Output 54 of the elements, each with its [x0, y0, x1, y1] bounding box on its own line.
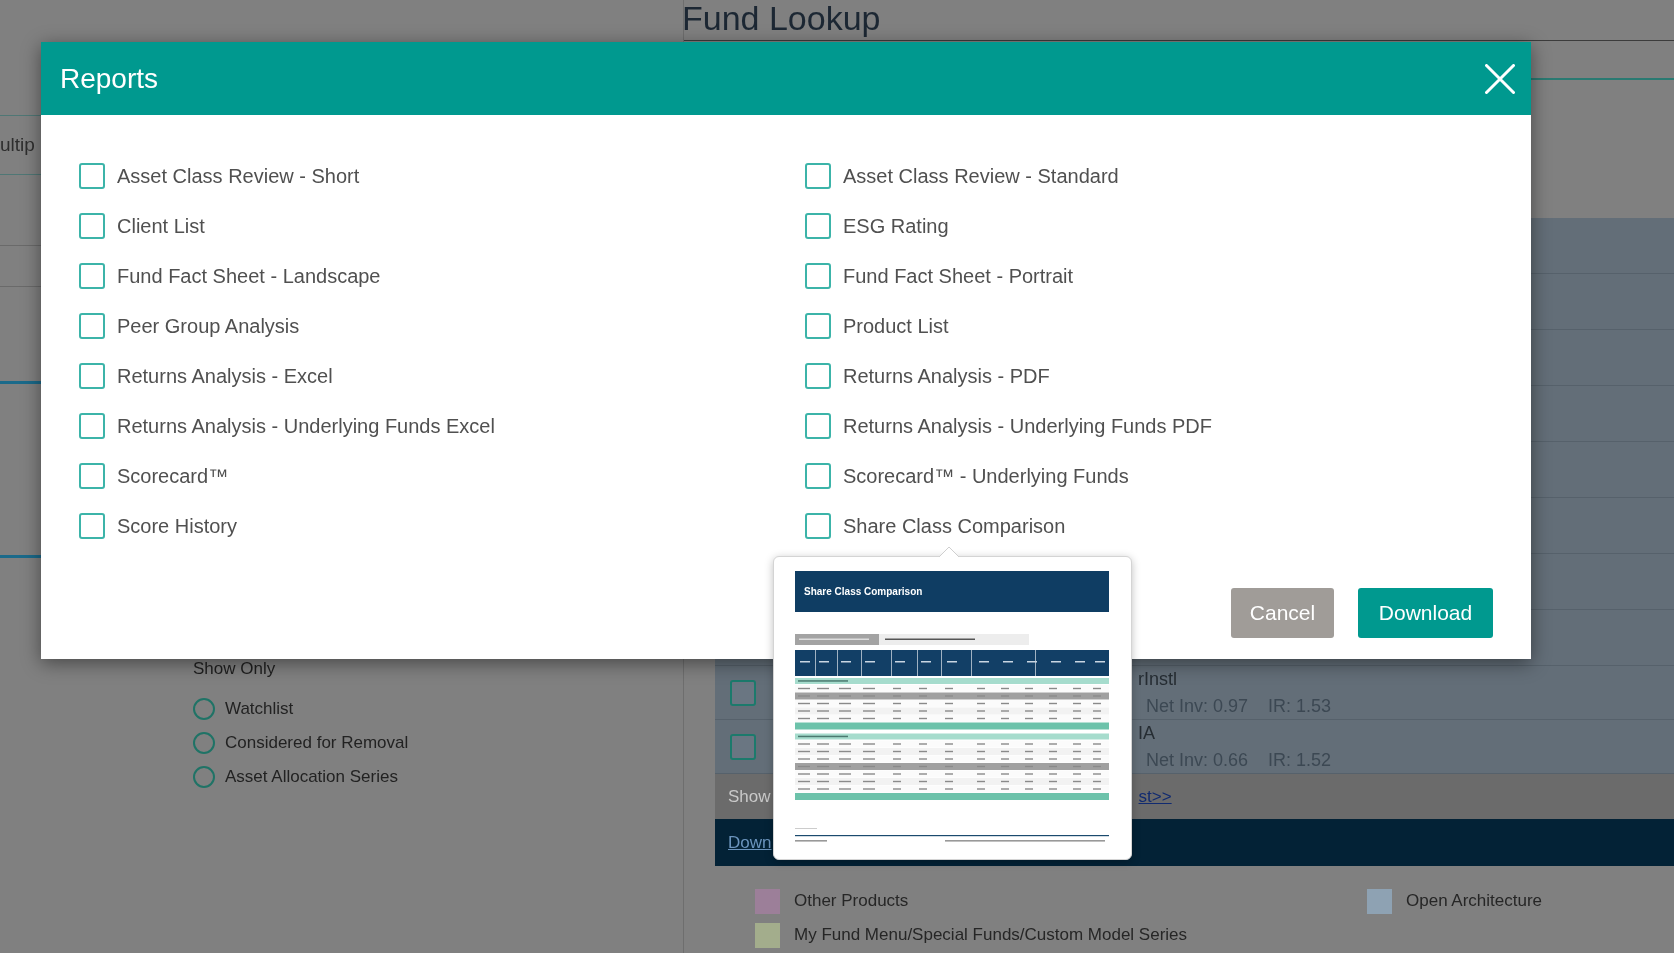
dialog-title: Reports	[60, 61, 159, 96]
checkbox[interactable]	[805, 413, 831, 439]
show-label: Show	[728, 785, 771, 808]
download-button[interactable]: Download	[1358, 588, 1493, 638]
checkbox[interactable]	[730, 679, 756, 706]
checkbox[interactable]	[79, 263, 105, 289]
checkbox[interactable]	[79, 163, 105, 189]
radio-button[interactable]	[193, 732, 215, 754]
checkbox[interactable]	[79, 313, 105, 339]
checkbox[interactable]	[805, 463, 831, 489]
bar-link[interactable]: Down	[728, 829, 772, 856]
fund-name: rInstl	[1138, 668, 1178, 690]
checkbox-label[interactable]: Asset Class Review - Short	[117, 161, 360, 191]
radio-label[interactable]: Considered for Removal	[225, 730, 409, 756]
checkbox[interactable]	[79, 363, 105, 389]
checkbox[interactable]	[730, 733, 756, 760]
checkbox-label[interactable]: Fund Fact Sheet - Portrait	[843, 261, 1074, 291]
checkbox[interactable]	[805, 513, 831, 539]
checkbox-label[interactable]: Returns Analysis - Underlying Funds Excel	[117, 411, 495, 441]
checkbox-label[interactable]: Asset Class Review - Standard	[843, 161, 1119, 191]
checkbox[interactable]	[79, 413, 105, 439]
radio-button[interactable]	[193, 766, 215, 788]
checkbox-label[interactable]: Scorecard™	[117, 461, 229, 491]
legend-label: Other Products	[794, 890, 909, 913]
checkbox[interactable]	[79, 513, 105, 539]
checkbox-label[interactable]: Returns Analysis - PDF	[843, 361, 1050, 391]
checkbox[interactable]	[79, 213, 105, 239]
checkbox[interactable]	[805, 263, 831, 289]
legend-label: Open Architecture	[1406, 890, 1543, 913]
document-title: Share Class Comparison	[795, 571, 1109, 612]
checkbox-label[interactable]: Scorecard™ - Underlying Funds	[843, 461, 1129, 491]
checkbox-label[interactable]: Product List	[843, 311, 949, 341]
checkbox-label[interactable]: Fund Fact Sheet - Landscape	[117, 261, 381, 291]
checkbox-label[interactable]: ESG Rating	[843, 211, 949, 241]
radio-label[interactable]: Asset Allocation Series	[225, 764, 398, 790]
checkbox-label[interactable]: Peer Group Analysis	[117, 311, 300, 341]
checkbox-label[interactable]: Share Class Comparison	[843, 511, 1066, 541]
checkbox[interactable]	[805, 363, 831, 389]
radio-label[interactable]: Watchlist	[225, 696, 294, 722]
checkbox-label[interactable]: Score History	[117, 511, 238, 541]
checkbox-label[interactable]: Returns Analysis - Underlying Funds PDF	[843, 411, 1213, 441]
checkbox[interactable]	[805, 313, 831, 339]
checkbox[interactable]	[79, 463, 105, 489]
close-button[interactable]	[1483, 61, 1517, 96]
close-icon	[1485, 63, 1515, 94]
section-label: Show Only	[193, 659, 276, 678]
checkbox[interactable]	[805, 213, 831, 239]
legend-label: My Fund Menu/Special Funds/Custom Model Series	[794, 924, 1188, 947]
checkbox-label[interactable]: Returns Analysis - Excel	[117, 361, 333, 391]
checkbox[interactable]	[805, 163, 831, 189]
page-title: Fund Lookup	[682, 0, 881, 36]
radio-button[interactable]	[193, 698, 215, 720]
fund-name: IA	[1138, 722, 1156, 744]
checkbox-label[interactable]: Client List	[117, 211, 205, 241]
